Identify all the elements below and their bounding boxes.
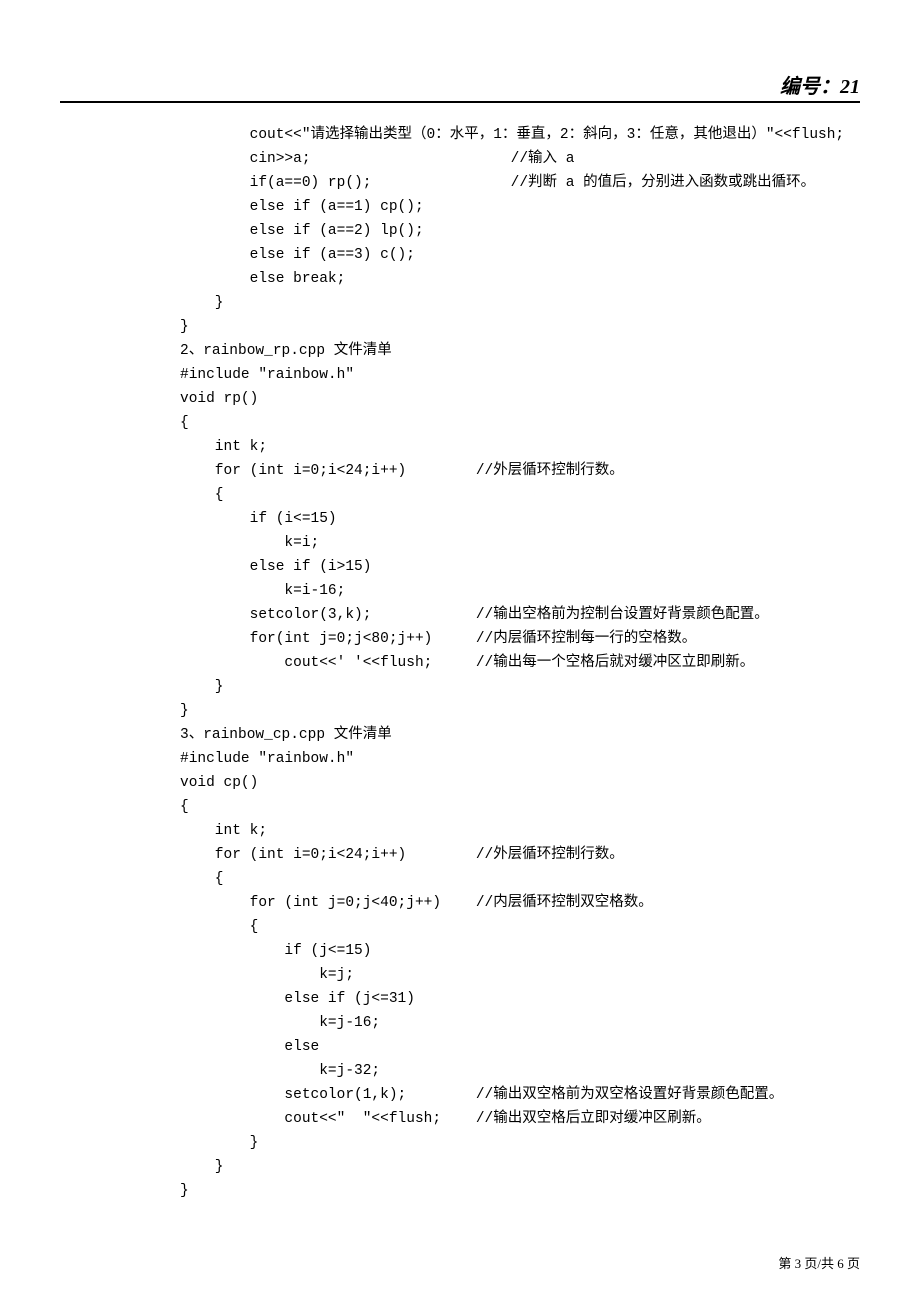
code-line: for (int i=0;i<24;i++) //外层循环控制行数。 <box>180 847 624 863</box>
code-line: else <box>180 1039 319 1055</box>
page-header: 编号：21 <box>60 70 860 103</box>
code-line: #include "rainbow.h" <box>180 367 354 383</box>
code-line: if (j<=15) <box>180 943 371 959</box>
code-line: cout<<"请选择输出类型（0：水平，1：垂直，2：斜向，3：任意，其他退出）… <box>180 127 844 143</box>
code-line: else if (a==1) cp(); <box>180 199 424 215</box>
code-line: } <box>180 1159 224 1175</box>
code-line: if (i<=15) <box>180 511 337 527</box>
code-line: k=j-16; <box>180 1015 380 1031</box>
code-line: } <box>180 1183 189 1199</box>
code-line: setcolor(1,k); //输出双空格前为双空格设置好背景颜色配置。 <box>180 1087 783 1103</box>
page-footer: 第 3 页/共 6 页 <box>778 1253 860 1272</box>
code-line: } <box>180 1135 258 1151</box>
code-line: 2、rainbow_rp.cpp 文件清单 <box>180 343 392 359</box>
code-line: else break; <box>180 271 345 287</box>
code-line: for (int i=0;i<24;i++) //外层循环控制行数。 <box>180 463 624 479</box>
code-line: { <box>180 487 224 503</box>
code-line: cin>>a; //输入 a <box>180 151 574 167</box>
code-line: int k; <box>180 823 267 839</box>
code-line: for(int j=0;j<80;j++) //内层循环控制每一行的空格数。 <box>180 631 696 647</box>
code-line: k=j; <box>180 967 354 983</box>
code-listing: cout<<"请选择输出类型（0：水平，1：垂直，2：斜向，3：任意，其他退出）… <box>60 123 860 1203</box>
code-line: 3、rainbow_cp.cpp 文件清单 <box>180 727 392 743</box>
code-line: { <box>180 919 258 935</box>
page-number: 第 3 页/共 6 页 <box>778 1256 860 1271</box>
code-line: { <box>180 415 189 431</box>
code-line: void rp() <box>180 391 258 407</box>
doc-number-label: 编号：21 <box>780 76 860 98</box>
code-line: else if (a==3) c(); <box>180 247 415 263</box>
code-line: cout<<" "<<flush; //输出双空格后立即对缓冲区刷新。 <box>180 1111 711 1127</box>
code-line: } <box>180 703 189 719</box>
code-line: k=i; <box>180 535 319 551</box>
code-line: #include "rainbow.h" <box>180 751 354 767</box>
code-line: cout<<' '<<flush; //输出每一个空格后就对缓冲区立即刷新。 <box>180 655 754 671</box>
code-line: k=j-32; <box>180 1063 380 1079</box>
code-line: } <box>180 319 189 335</box>
code-line: void cp() <box>180 775 258 791</box>
code-line: for (int j=0;j<40;j++) //内层循环控制双空格数。 <box>180 895 653 911</box>
code-line: else if (j<=31) <box>180 991 415 1007</box>
code-line: { <box>180 799 189 815</box>
code-line: { <box>180 871 224 887</box>
document-page: 编号：21 cout<<"请选择输出类型（0：水平，1：垂直，2：斜向，3：任意… <box>0 0 920 1302</box>
code-line: } <box>180 295 224 311</box>
code-line: else if (i>15) <box>180 559 371 575</box>
code-line: if(a==0) rp(); //判断 a 的值后，分别进入函数或跳出循环。 <box>180 175 815 191</box>
code-line: int k; <box>180 439 267 455</box>
code-line: else if (a==2) lp(); <box>180 223 424 239</box>
code-line: } <box>180 679 224 695</box>
code-line: k=i-16; <box>180 583 345 599</box>
code-line: setcolor(3,k); //输出空格前为控制台设置好背景颜色配置。 <box>180 607 769 623</box>
